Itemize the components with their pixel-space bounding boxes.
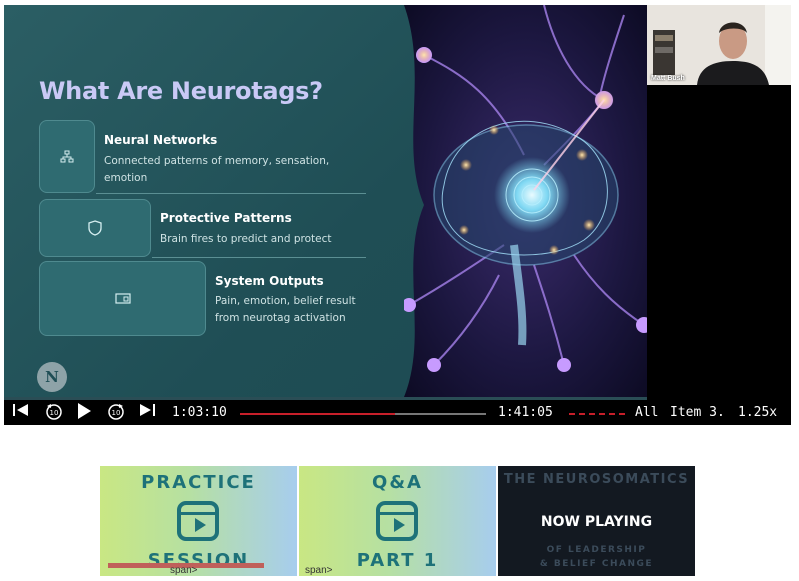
playlist-item-label[interactable]: Item 3. bbox=[670, 405, 725, 420]
playlist-thumbnail-qa[interactable]: Q&A PART 1 span> bbox=[299, 466, 496, 576]
forward-10-icon[interactable]: 10 bbox=[105, 402, 127, 425]
card-title-neural-networks: Neural Networks bbox=[104, 133, 218, 147]
shield-icon bbox=[39, 199, 151, 257]
presenter-video bbox=[647, 5, 791, 85]
slide-title: What Are Neurotags? bbox=[39, 77, 323, 105]
playlist-indicator bbox=[569, 413, 625, 415]
skip-previous-icon[interactable] bbox=[12, 402, 30, 423]
presentation-slide: What Are Neurotags? Neural Networks Conn… bbox=[4, 5, 647, 397]
svg-text:10: 10 bbox=[50, 409, 59, 417]
progress-bar[interactable] bbox=[240, 413, 486, 415]
playlist-mode-button[interactable]: All bbox=[635, 405, 658, 420]
playlist-thumbnail-now-playing[interactable]: THE NEUROSOMATICS NOW PLAYING OF LEADERS… bbox=[498, 466, 695, 576]
thumbnail-caption: span> bbox=[305, 565, 333, 576]
presenter-name: Matt Bush bbox=[651, 75, 685, 82]
card-divider bbox=[96, 193, 366, 194]
slide-seek-indicator bbox=[4, 397, 647, 400]
rewind-10-icon[interactable]: 10 bbox=[43, 402, 65, 425]
thumbnail-top-text: PRACTICE bbox=[141, 472, 256, 493]
brand-logo: N bbox=[37, 362, 67, 392]
playlist-thumbnail-practice[interactable]: PRACTICE SESSION span> bbox=[100, 466, 297, 576]
progress-fill bbox=[240, 413, 395, 415]
thumbnail-subtitle: OF LEADERSHIP & BELIEF CHANGE bbox=[539, 545, 654, 569]
card-title-protective-patterns: Protective Patterns bbox=[160, 211, 292, 225]
thumbnail-top-text: Q&A bbox=[372, 472, 423, 493]
playback-speed-button[interactable]: 1.25x bbox=[738, 405, 777, 420]
card-title-system-outputs: System Outputs bbox=[215, 274, 324, 288]
thumbnail-brand-text: THE NEUROSOMATICS bbox=[503, 472, 690, 487]
brain-illustration bbox=[404, 5, 647, 397]
svg-text:10: 10 bbox=[112, 409, 121, 417]
card-desc-neural-networks: Connected patterns of memory, sensation,… bbox=[104, 155, 330, 184]
webcam-feed: Matt Bush bbox=[647, 5, 791, 85]
card-desc-protective-patterns: Brain fires to predict and protect bbox=[160, 233, 332, 245]
play-icon[interactable] bbox=[76, 402, 92, 425]
skip-next-icon[interactable] bbox=[138, 402, 156, 423]
video-clip-icon bbox=[177, 501, 219, 541]
network-icon bbox=[39, 120, 95, 193]
card-divider bbox=[152, 257, 366, 258]
current-time: 1:03:10 bbox=[172, 405, 227, 420]
thumbnail-caption: span> bbox=[170, 565, 198, 576]
now-playing-label: NOW PLAYING bbox=[540, 514, 653, 530]
video-clip-icon bbox=[376, 501, 418, 541]
card-desc-system-outputs: Pain, emotion, belief result from neurot… bbox=[215, 295, 356, 324]
duration: 1:41:05 bbox=[498, 405, 553, 420]
video-player[interactable]: What Are Neurotags? Neural Networks Conn… bbox=[4, 5, 791, 425]
player-controls: 10 10 1:03:10 1:41:05 All Item 3. 1.25x bbox=[4, 397, 791, 425]
output-icon bbox=[39, 261, 206, 336]
